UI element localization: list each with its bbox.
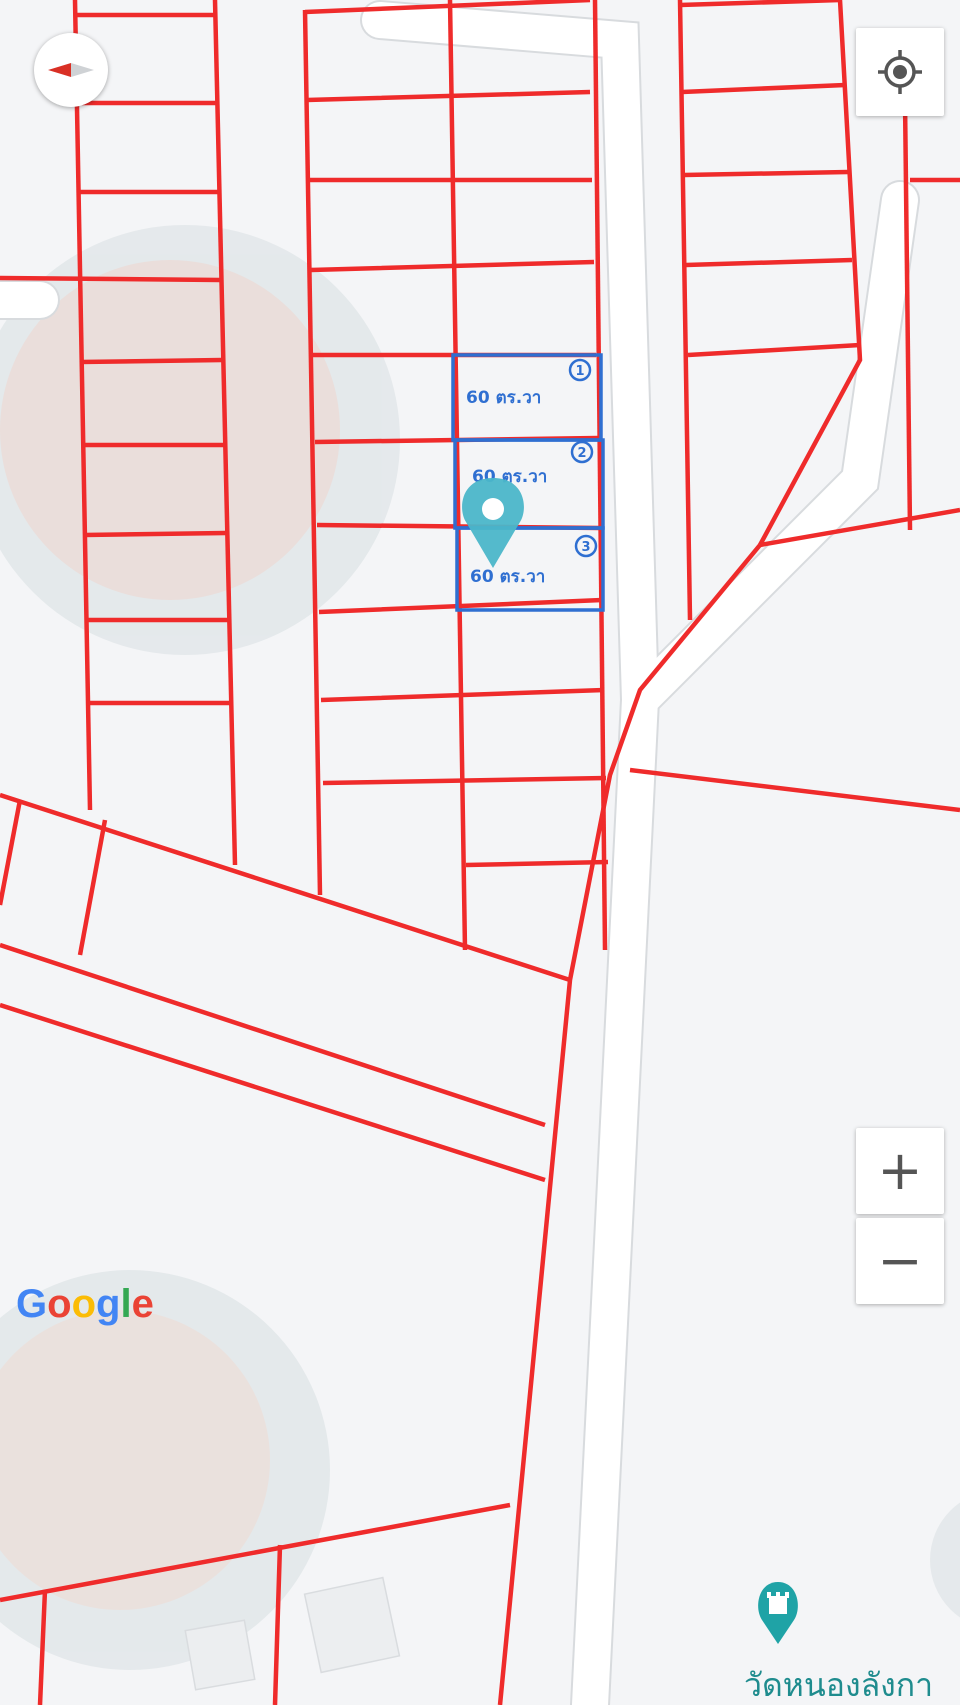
map-view[interactable]: 1 60 ตร.วา 2 60 ตร.วา 3 60 ตร.วา + − Goo… [0,0,960,1705]
zoom-out-button[interactable]: − [856,1218,944,1304]
zoom-in-icon: + [877,1139,923,1202]
plot-1-number: 1 [575,364,584,379]
google-logo-letter: o [71,1282,96,1326]
google-logo-letter: l [120,1282,132,1326]
compass-icon [48,63,94,77]
location-pin-icon[interactable] [462,478,524,568]
compass-button[interactable] [34,33,108,107]
plot-3-number: 3 [581,540,590,555]
my-location-icon [878,50,922,94]
plot-2-number: 2 [577,446,586,461]
plot-3-area: 60 ตร.วา [470,567,545,587]
zoom-in-button[interactable]: + [856,1128,944,1214]
my-location-button[interactable] [856,28,944,116]
temple-label[interactable]: วัดหนองลังกา [744,1660,933,1705]
temple-icon [758,1582,798,1644]
google-logo-letter: o [47,1282,72,1326]
temple-marker[interactable] [742,1580,814,1648]
plot-1[interactable]: 1 60 ตร.วา [451,353,603,442]
zoom-out-icon: − [877,1229,923,1292]
google-logo-letter: e [131,1282,154,1326]
google-logo: Google [16,1282,154,1327]
plot-1-area: 60 ตร.วา [466,388,541,408]
map-canvas[interactable]: 1 60 ตร.วา 2 60 ตร.วา 3 60 ตร.วา [0,0,960,1705]
google-logo-letter: G [16,1282,48,1326]
google-logo-letter: g [96,1282,121,1326]
